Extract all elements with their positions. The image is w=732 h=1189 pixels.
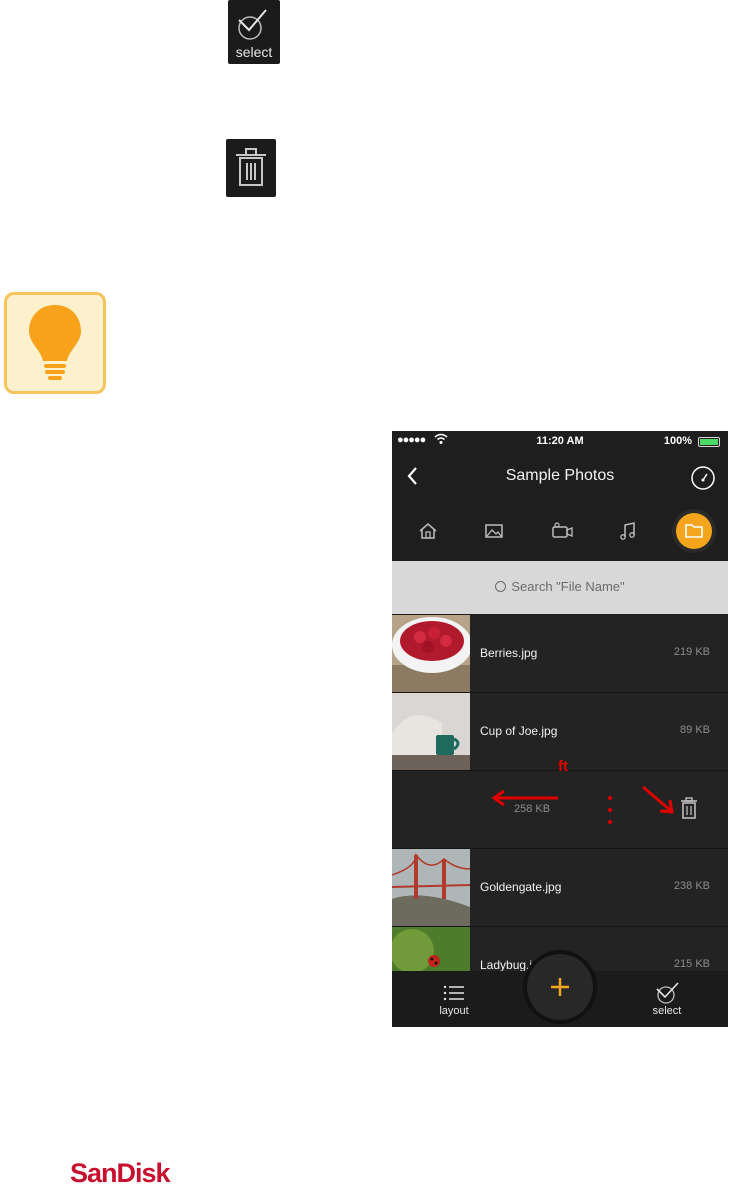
category-tabs — [392, 507, 728, 557]
speed-gauge-icon[interactable] — [690, 465, 716, 491]
annotation-text: ft — [558, 758, 568, 775]
file-name: Cup of Joe.jpg — [480, 724, 558, 738]
search-icon — [495, 581, 507, 592]
berries-thumbnail — [392, 615, 470, 692]
video-tab-icon[interactable] — [548, 517, 576, 545]
tip-box — [4, 292, 106, 394]
goldengate-thumbnail — [392, 849, 470, 926]
swipe-left-arrow-icon — [491, 789, 558, 807]
dotted-divider-icon — [608, 796, 612, 824]
plus-icon — [551, 978, 569, 996]
search-bar[interactable]: Search "File Name" — [392, 561, 728, 614]
pointer-arrow-icon — [642, 785, 674, 814]
search-placeholder: Search "File Name" — [511, 579, 625, 594]
battery-icon — [698, 437, 720, 447]
checkmark-circle-icon — [238, 9, 267, 40]
select-icon-tile: select — [228, 0, 280, 64]
folder-icon — [685, 524, 703, 538]
file-name: Berries.jpg — [480, 646, 538, 660]
nav-bar: Sample Photos — [392, 453, 728, 501]
search-input[interactable]: Search "File Name" — [392, 579, 728, 594]
home-tab-icon[interactable] — [414, 517, 442, 545]
file-size: 238 KB — [673, 880, 710, 892]
photos-tab-icon[interactable] — [480, 517, 508, 545]
trash-icon — [236, 148, 266, 186]
layout-label: layout — [439, 1005, 469, 1017]
battery-percent: 100% — [663, 435, 692, 447]
phone-screenshot: ●●●●● 11:20 AM 100% Sample Photos Search… — [392, 431, 728, 1027]
list-item[interactable]: Berries.jpg 219 KB — [392, 615, 728, 693]
file-size: 89 KB — [680, 724, 710, 736]
layout-button[interactable]: layout — [424, 971, 484, 1027]
select-label: select — [652, 1005, 682, 1017]
lightbulb-icon — [29, 305, 81, 380]
add-button[interactable] — [527, 954, 593, 1020]
status-bar: ●●●●● 11:20 AM 100% — [392, 431, 728, 451]
select-label: select — [235, 44, 273, 60]
music-tab-icon[interactable] — [614, 517, 642, 545]
file-name: Goldengate.jpg — [480, 880, 562, 894]
page-title: Sample Photos — [505, 467, 615, 484]
trash-icon-tile — [226, 139, 276, 197]
folder-tab-active[interactable] — [676, 513, 712, 549]
delete-trash-icon[interactable] — [678, 795, 700, 821]
sandisk-logo: SanDisk — [70, 1158, 171, 1188]
file-size: 215 KB — [673, 958, 710, 970]
list-item[interactable]: Goldengate.jpg 238 KB — [392, 849, 728, 927]
cup-thumbnail — [392, 693, 470, 770]
file-size: 219 KB — [673, 646, 710, 658]
select-button[interactable]: select — [637, 971, 697, 1027]
